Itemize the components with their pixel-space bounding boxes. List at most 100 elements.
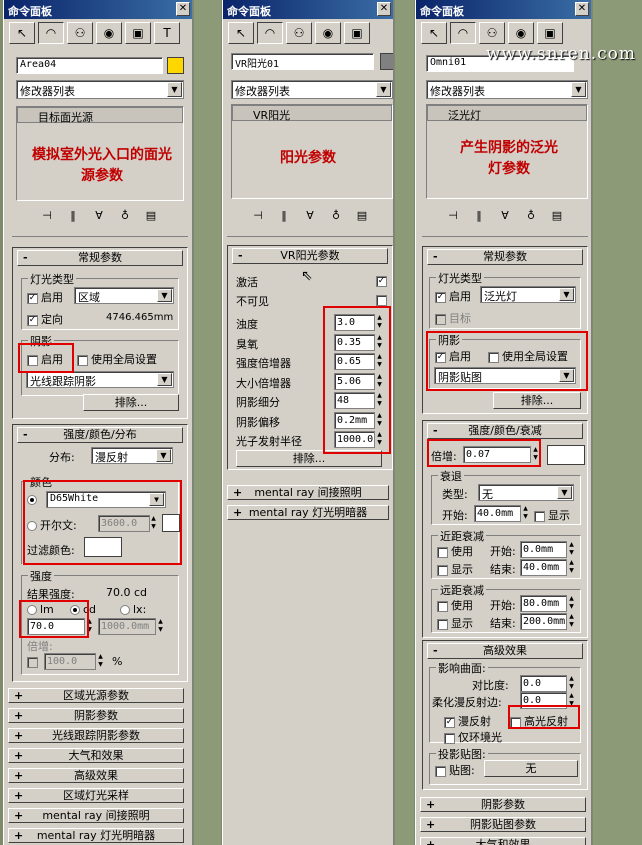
far-start-spinner[interactable]: 80.0mm ▲ ▼: [520, 595, 576, 612]
show-end-result-icon[interactable]: ‖: [276, 209, 292, 222]
spinner-arrows-icon[interactable]: ▲ ▼: [156, 618, 165, 635]
rollout-header[interactable]: - 强度/颜色/衰减: [427, 423, 583, 439]
utilities-tab-icon[interactable]: T: [154, 22, 180, 44]
rollout-collapsed[interactable]: + 阴影参数: [420, 797, 586, 812]
invisible-checkbox[interactable]: [376, 293, 390, 306]
show-end-result-icon[interactable]: ‖: [65, 209, 81, 222]
spinner-arrows-icon[interactable]: ▲ ▼: [567, 613, 576, 630]
spinner-arrows-icon[interactable]: ▲ ▼: [567, 559, 576, 576]
rollout-header[interactable]: - VR阳光参数: [232, 248, 388, 264]
rollout-header[interactable]: - 常规参数: [427, 249, 583, 265]
rollout-collapsed[interactable]: + 光线跟踪阴影参数: [8, 728, 184, 743]
create-tab-icon[interactable]: ↖: [228, 22, 254, 44]
show-end-result-icon[interactable]: ‖: [471, 209, 487, 222]
decay-start-value[interactable]: 40.0mm: [474, 505, 521, 522]
modifier-list-dropdown[interactable]: 修改器列表 ▼: [16, 80, 184, 99]
near-use-checkbox[interactable]: 使用: [437, 543, 473, 559]
enable-checkbox[interactable]: ✓ 启用: [435, 288, 471, 304]
modify-tab-icon[interactable]: ◠: [257, 22, 283, 44]
rollout-collapsed[interactable]: + mental ray 间接照明: [8, 808, 184, 823]
close-icon[interactable]: ✕: [176, 2, 190, 16]
far-show-checkbox[interactable]: 显示: [437, 615, 473, 631]
rollout-header[interactable]: - 强度/颜色/分布: [17, 427, 183, 443]
rollout-header[interactable]: - 常规参数: [17, 250, 183, 266]
decay-start-spinner[interactable]: 40.0mm ▲ ▼: [474, 505, 530, 522]
stack-item[interactable]: 泛光灯: [427, 105, 587, 122]
rollout-collapsed[interactable]: + mental ray 灯光明暗器: [227, 505, 389, 520]
object-color-swatch[interactable]: [380, 53, 393, 70]
light-color-swatch[interactable]: [547, 445, 585, 465]
remove-modifier-icon[interactable]: ♁: [117, 209, 133, 222]
near-show-checkbox[interactable]: 显示: [437, 561, 473, 577]
rollout-collapsed[interactable]: + 大气和效果: [420, 837, 586, 845]
near-start-spinner[interactable]: 0.0mm ▲ ▼: [520, 541, 576, 558]
motion-tab-icon[interactable]: ◉: [315, 22, 341, 44]
multiplier-spinner[interactable]: 100.0 ▲ ▼: [44, 653, 106, 670]
rollout-collapsed[interactable]: + 阴影参数: [8, 708, 184, 723]
make-unique-icon[interactable]: ∀: [91, 209, 107, 222]
hierarchy-tab-icon[interactable]: ⚇: [67, 22, 93, 44]
rollout-collapsed[interactable]: + mental ray 间接照明: [227, 485, 389, 500]
decay-type-dropdown[interactable]: 无 ▼: [478, 484, 574, 501]
stack-item[interactable]: 目标面光源: [17, 107, 183, 124]
create-tab-icon[interactable]: ↖: [9, 22, 35, 44]
use-global-checkbox[interactable]: 使用全局设置: [77, 351, 157, 367]
enabled-checkbox[interactable]: ✓: [376, 274, 390, 287]
light-type-dropdown[interactable]: 泛光灯 ▼: [480, 286, 576, 303]
make-unique-icon[interactable]: ∀: [302, 209, 318, 222]
configure-sets-icon[interactable]: ▤: [354, 209, 370, 222]
spinner-arrows-icon[interactable]: ▲ ▼: [567, 595, 576, 612]
hierarchy-tab-icon[interactable]: ⚇: [479, 22, 505, 44]
multiplier-checkbox[interactable]: [27, 655, 41, 668]
configure-sets-icon[interactable]: ▤: [143, 209, 159, 222]
near-start-value[interactable]: 0.0mm: [520, 541, 567, 558]
modifier-list-dropdown[interactable]: 修改器列表 ▼: [426, 80, 588, 99]
create-tab-icon[interactable]: ↖: [421, 22, 447, 44]
unit-lx-radio[interactable]: lx:: [120, 603, 146, 616]
rollout-collapsed[interactable]: + 阴影贴图参数: [420, 817, 586, 832]
contrast-value[interactable]: 0.0: [520, 675, 567, 692]
rollout-collapsed[interactable]: + 区域光源参数: [8, 688, 184, 703]
stack-item[interactable]: VR阳光: [232, 105, 392, 122]
spinner-arrows-icon[interactable]: ▲ ▼: [567, 675, 576, 692]
near-end-spinner[interactable]: 40.0mm ▲ ▼: [520, 559, 576, 576]
rollout-header[interactable]: - 高级效果: [427, 643, 583, 659]
far-use-checkbox[interactable]: 使用: [437, 597, 473, 613]
pin-stack-icon[interactable]: ⊣: [250, 209, 266, 222]
projector-map-button[interactable]: 无: [484, 760, 578, 777]
lx-distance-value[interactable]: 1000.0mm: [98, 618, 156, 635]
map-checkbox[interactable]: 贴图:: [435, 762, 475, 778]
decay-show-checkbox[interactable]: 显示: [534, 507, 570, 523]
spinner-arrows-icon[interactable]: ▲ ▼: [96, 653, 105, 670]
diffuse-checkbox[interactable]: ✓ 漫反射: [444, 713, 491, 729]
lx-distance-spinner[interactable]: 1000.0mm ▲ ▼: [98, 618, 166, 635]
rollout-collapsed[interactable]: + 大气和效果: [8, 748, 184, 763]
contrast-spinner[interactable]: 0.0 ▲ ▼: [520, 675, 576, 692]
far-start-value[interactable]: 80.0mm: [520, 595, 567, 612]
modifier-list-dropdown[interactable]: 修改器列表 ▼: [231, 80, 393, 99]
rollout-collapsed[interactable]: + 区域灯光采样: [8, 788, 184, 803]
object-color-swatch[interactable]: [167, 57, 184, 74]
exclude-button[interactable]: 排除...: [493, 392, 581, 409]
target-checkbox[interactable]: 目标: [435, 310, 471, 326]
far-end-value[interactable]: 200.0mm: [520, 613, 567, 630]
far-end-spinner[interactable]: 200.0mm ▲ ▼: [520, 613, 576, 630]
near-end-value[interactable]: 40.0mm: [520, 559, 567, 576]
rollout-collapsed[interactable]: + 高级效果: [8, 768, 184, 783]
multiplier-value[interactable]: 100.0: [44, 653, 96, 670]
display-tab-icon[interactable]: ▣: [125, 22, 151, 44]
motion-tab-icon[interactable]: ◉: [508, 22, 534, 44]
exclude-button[interactable]: 排除...: [83, 394, 179, 411]
close-icon[interactable]: ✕: [575, 2, 589, 16]
motion-tab-icon[interactable]: ◉: [96, 22, 122, 44]
modify-tab-icon[interactable]: ◠: [450, 22, 476, 44]
make-unique-icon[interactable]: ∀: [497, 209, 513, 222]
enable-checkbox[interactable]: ✓ 启用: [27, 289, 63, 305]
distribution-dropdown[interactable]: 漫反射 ▼: [91, 447, 173, 464]
object-name-field[interactable]: VR阳光01: [231, 53, 374, 70]
shadow-type-dropdown[interactable]: 光线跟踪阴影 ▼: [26, 371, 174, 388]
configure-sets-icon[interactable]: ▤: [549, 209, 565, 222]
remove-modifier-icon[interactable]: ♁: [328, 209, 344, 222]
spinner-arrows-icon[interactable]: ▲ ▼: [567, 541, 576, 558]
ambient-only-checkbox[interactable]: 仅环境光: [444, 729, 502, 745]
